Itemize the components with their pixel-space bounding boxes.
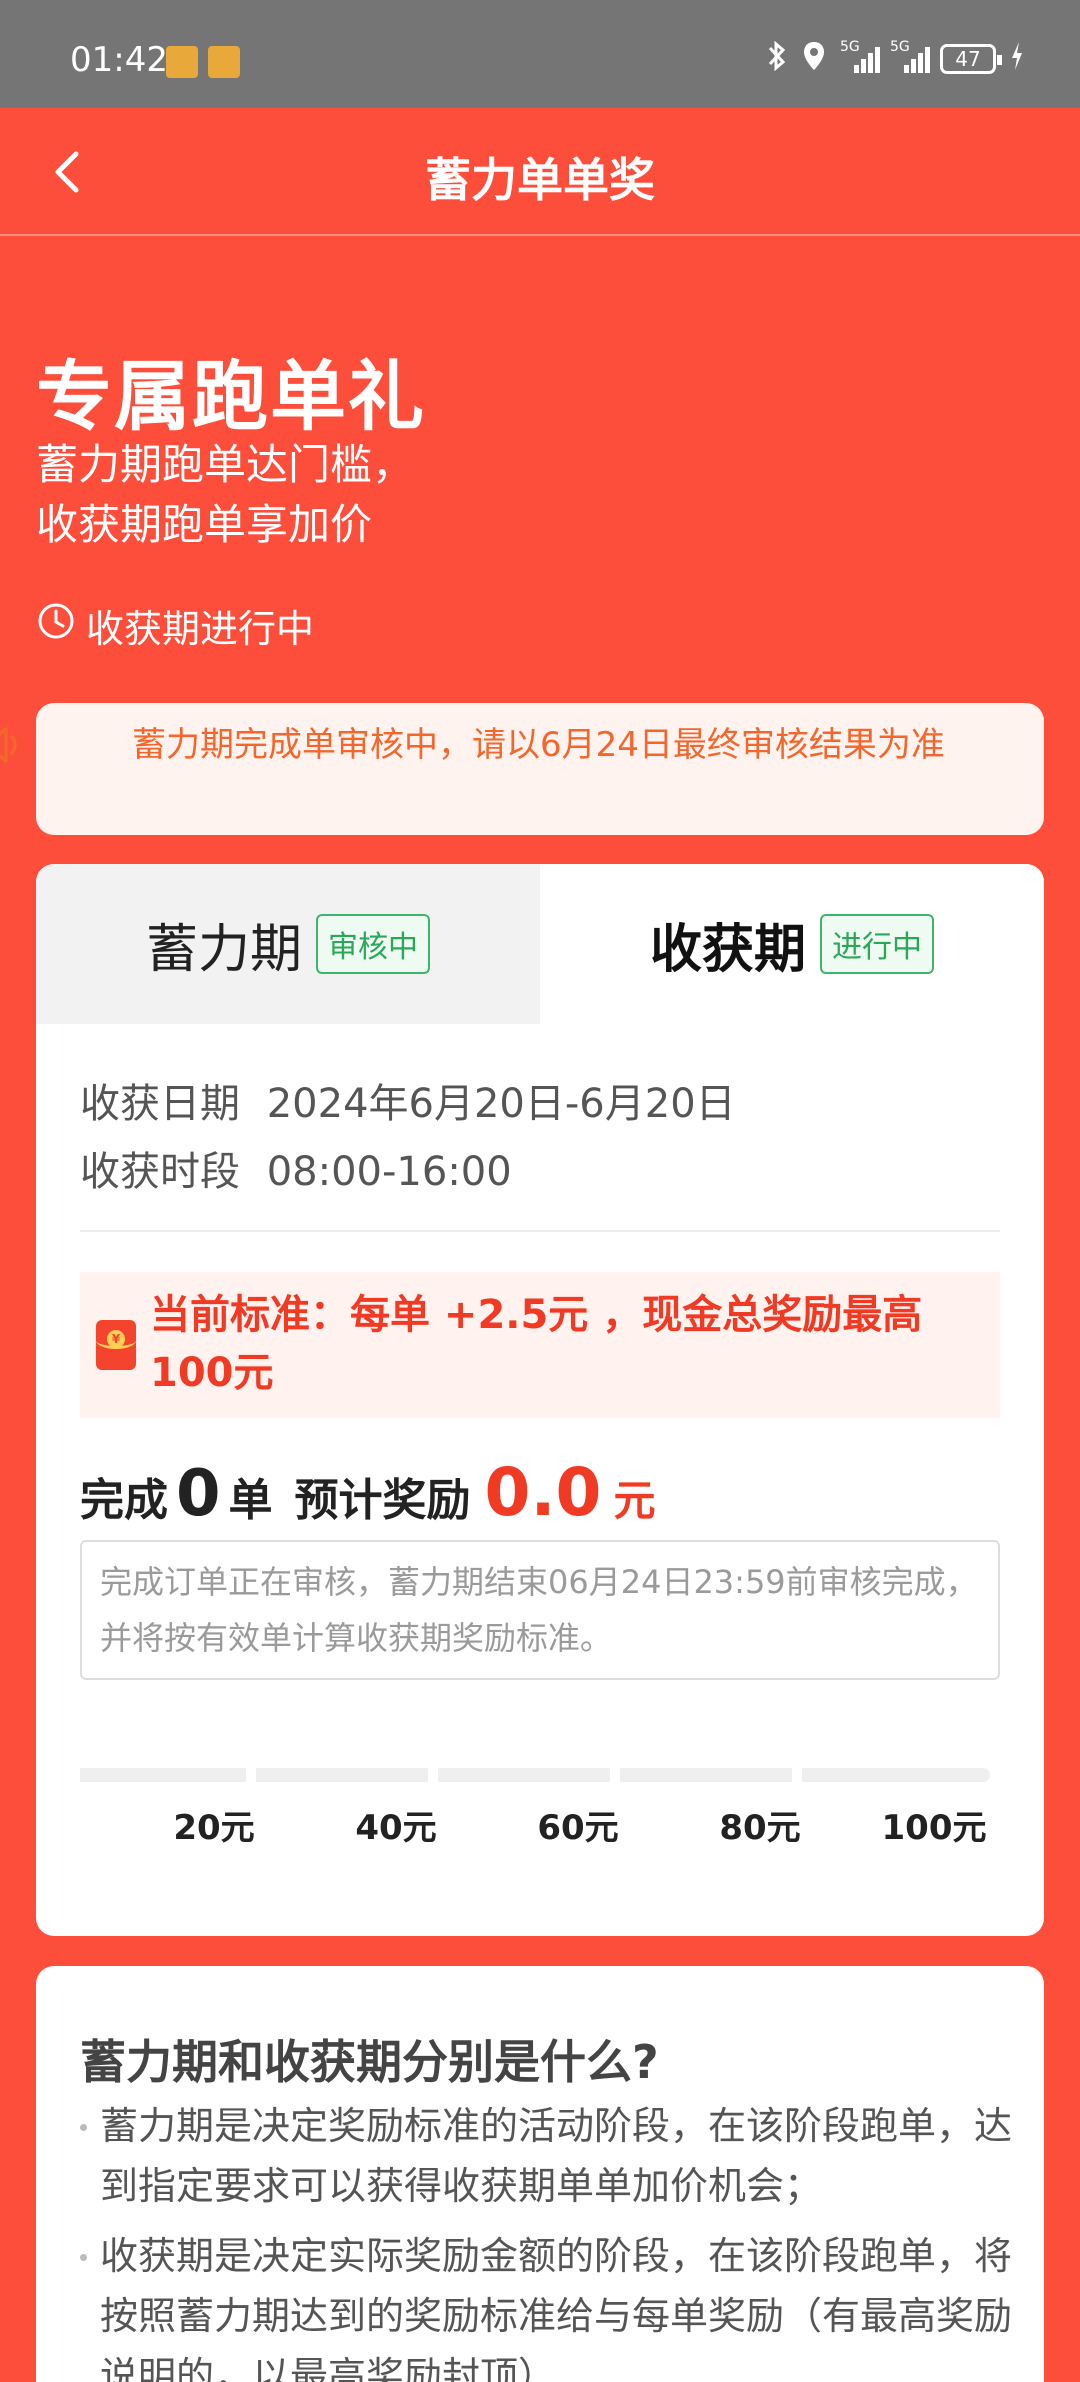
faq-item: 蓄力期是决定奖励标准的活动阶段，在该阶段跑单，达到指定要求可以获得收获期单单加价…: [80, 2096, 1020, 2216]
hero-subtitle-line1: 蓄力期跑单达门槛，: [36, 440, 415, 489]
battery-icon: 47: [940, 44, 1002, 74]
completed-unit: 单: [228, 1475, 273, 1526]
current-standard-banner: ¥ 当前标准：每单 +2.5元 ，现金总奖励最高100元: [80, 1272, 1000, 1418]
hero-subtitle: 蓄力期跑单达门槛， 收获期跑单享加价: [36, 435, 414, 555]
phase-status-text: 收获期进行中: [86, 607, 315, 651]
signal-2-label: 5G: [890, 39, 910, 55]
status-badge: 审核中: [316, 914, 430, 974]
charging-icon: [1010, 41, 1024, 77]
page-title: 蓄力单单奖: [425, 153, 655, 207]
reward-card: 蓄力期 审核中 收获期 进行中 收获日期 2024年6月20日-6月20日 收获…: [36, 864, 1044, 1936]
order-stats: 完成 0 单 预计奖励 0.0 元: [80, 1454, 655, 1531]
watermark: @饿死自己，卷死他人: [555, 2346, 876, 2382]
milestone-label: 100元: [881, 1808, 987, 1848]
harvest-date-row: 收获日期 2024年6月20日-6月20日: [80, 1070, 736, 1138]
bluetooth-icon: [766, 40, 788, 78]
harvest-time-label: 收获时段: [80, 1149, 240, 1195]
notification-icon: [166, 46, 198, 78]
reward-label: 预计奖励: [294, 1475, 471, 1526]
status-icons: 5G 5G 47: [766, 39, 1024, 78]
reward-unit: 元: [613, 1476, 656, 1525]
location-icon: [802, 40, 826, 78]
harvest-time-value: 08:00-16:00: [266, 1149, 512, 1195]
red-packet-icon: ¥: [96, 1320, 136, 1370]
notification-icon: [208, 46, 240, 78]
progress-segment: [256, 1768, 428, 1782]
status-badge: 进行中: [820, 914, 934, 974]
milestone-label: 80元: [719, 1808, 801, 1848]
progress-segment: [802, 1768, 990, 1782]
milestone-label: 20元: [173, 1808, 255, 1848]
hero-title: 专属跑单礼: [36, 352, 426, 441]
faq-title: 蓄力期和收获期分别是什么?: [80, 2035, 659, 2089]
completed-label: 完成: [80, 1475, 168, 1526]
harvest-info: 收获日期 2024年6月20日-6月20日 收获时段 08:00-16:00: [80, 1070, 736, 1206]
hero-subtitle-line2: 收获期跑单享加价: [36, 500, 373, 549]
harvest-date-label: 收获日期: [80, 1081, 240, 1127]
completed-count: 0: [176, 1457, 221, 1531]
review-note: 完成订单正在审核，蓄力期结束06月24日23:59前审核完成，并将按有效单计算收…: [80, 1540, 1000, 1680]
tab-harvest-period[interactable]: 收获期 进行中: [540, 864, 1044, 1024]
progress-segment: [620, 1768, 792, 1782]
clock-icon: [36, 601, 76, 650]
phase-tabs: 蓄力期 审核中 收获期 进行中: [36, 864, 1044, 1024]
faq-list: 蓄力期是决定奖励标准的活动阶段，在该阶段跑单，达到指定要求可以获得收获期单单加价…: [80, 2096, 1020, 2382]
reward-progress-bar: [80, 1768, 1000, 1782]
app-header: 蓄力单单奖: [0, 108, 1080, 236]
reward-value: 0.0: [484, 1454, 602, 1531]
harvest-time-row: 收获时段 08:00-16:00: [80, 1138, 736, 1206]
signal-1-label: 5G: [840, 39, 860, 55]
status-time: 01:42: [70, 40, 168, 80]
divider: [80, 1230, 1000, 1232]
milestone-label: 60元: [537, 1808, 619, 1848]
tab-charge-period[interactable]: 蓄力期 审核中: [36, 864, 540, 1024]
tab-label: 蓄力期: [145, 919, 302, 980]
progress-segment: [438, 1768, 610, 1782]
signal-icon: 5G: [840, 39, 880, 73]
standard-text: 当前标准：每单 +2.5元 ，现金总奖励最高100元: [150, 1292, 923, 1396]
milestone-label: 40元: [355, 1808, 437, 1848]
notice-text: 蓄力期完成单审核中，请以6月24日最终审核结果为准: [132, 725, 945, 765]
faq-card: 蓄力期和收获期分别是什么? 蓄力期是决定奖励标准的活动阶段，在该阶段跑单，达到指…: [36, 1966, 1044, 2382]
progress-segment: [80, 1768, 246, 1782]
phase-status: 收获期进行中: [36, 598, 314, 653]
status-bar: 01:42 5G 5G 47: [0, 0, 1080, 108]
tab-label: 收获期: [649, 919, 806, 980]
signal-icon: 5G: [890, 39, 930, 73]
review-notice-banner: 蓄力期完成单审核中，请以6月24日最终审核结果为准: [0, 703, 1044, 835]
faq-item: 收获期是决定实际奖励金额的阶段，在该阶段跑单，将按照蓄力期达到的奖励标准给与每单…: [80, 2226, 1020, 2382]
reward-milestones: 20元 40元 60元 80元 100元: [36, 1800, 1044, 1850]
harvest-date-value: 2024年6月20日-6月20日: [266, 1081, 736, 1127]
